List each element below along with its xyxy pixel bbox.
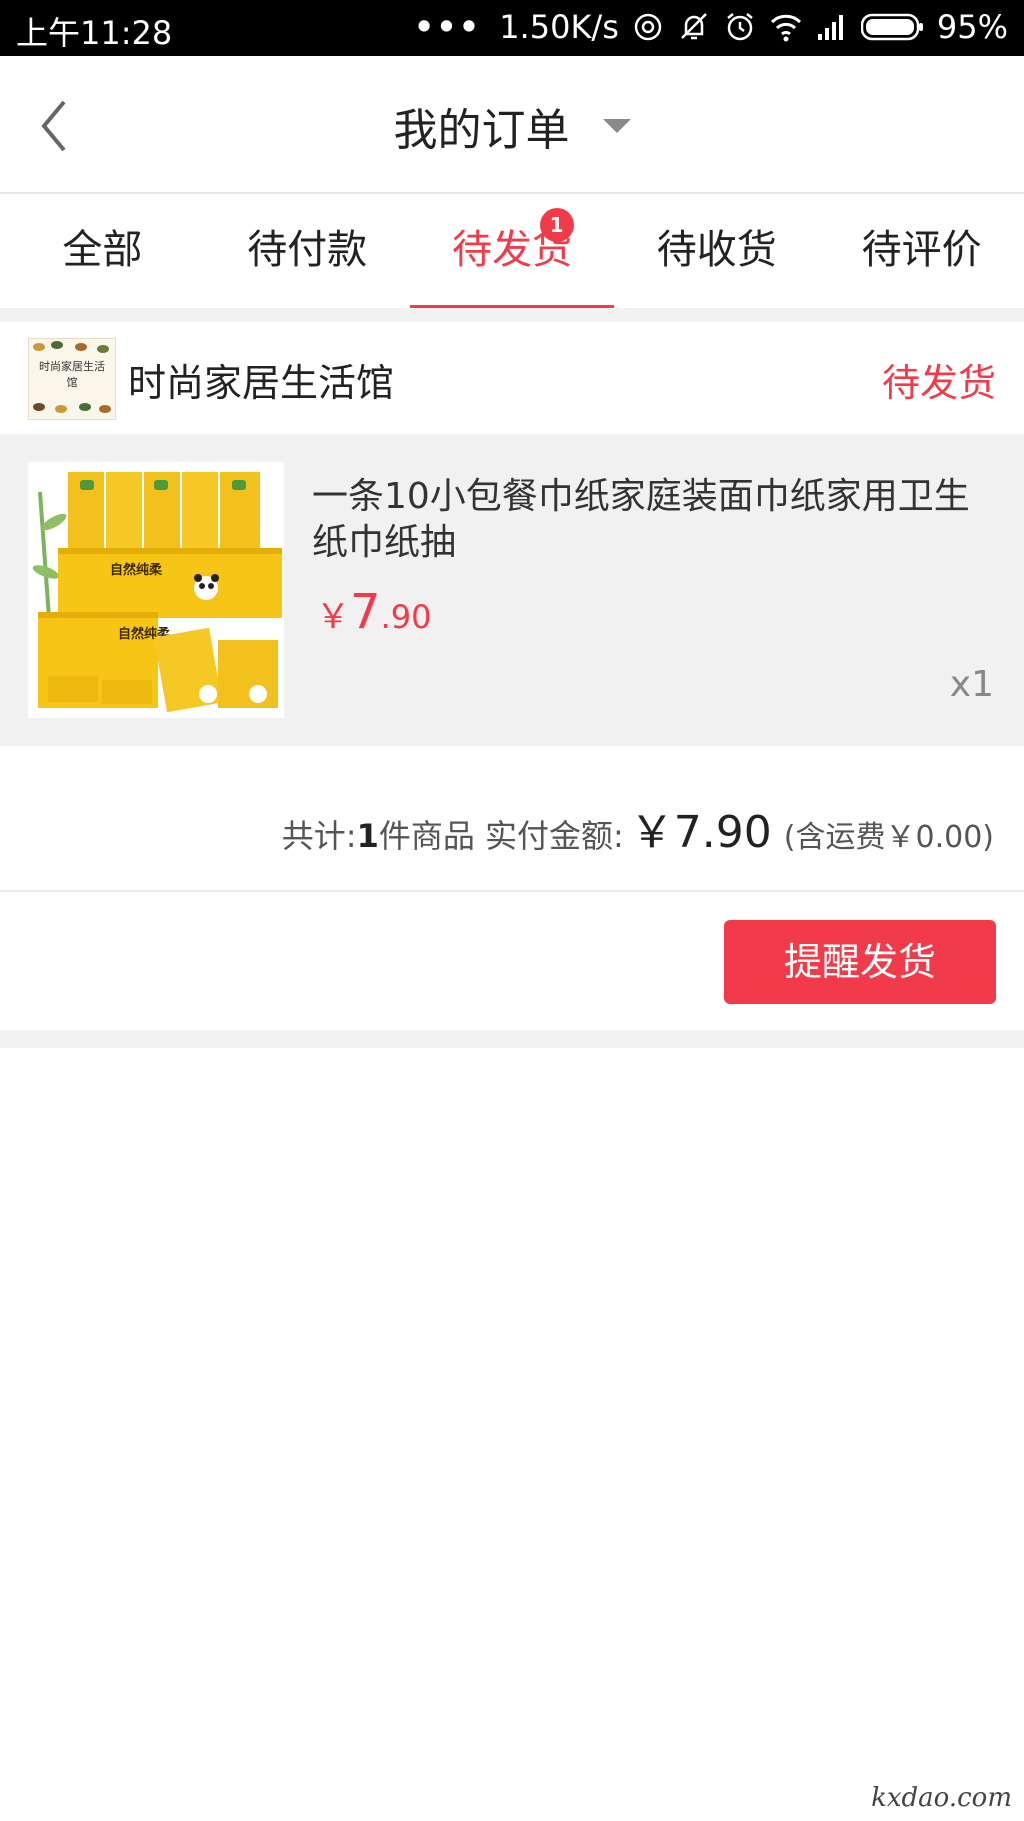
shipping-fee: (含运费￥0.00) xyxy=(783,820,994,855)
price-integer: 7 xyxy=(350,584,381,640)
caret-down-icon xyxy=(602,119,631,133)
price-decimal: .90 xyxy=(380,598,432,636)
leaf-decoration xyxy=(75,343,87,351)
store-name: 时尚家居生活馆 xyxy=(128,361,395,405)
price-symbol: ￥ xyxy=(316,597,350,637)
wifi-icon xyxy=(770,14,801,42)
battery-icon xyxy=(860,13,923,41)
tab-label: 待收货 xyxy=(656,227,777,273)
status-time: 上午11:28 xyxy=(16,14,173,52)
remind-shipment-button[interactable]: 提醒发货 xyxy=(724,920,996,1004)
page-header: 我的订单 xyxy=(0,56,1024,194)
tab-badge: 1 xyxy=(539,208,574,242)
leaf-decoration xyxy=(79,403,91,411)
leaf-decoration xyxy=(55,405,67,413)
store-logo-text: 时尚家居生活馆 xyxy=(39,360,105,389)
leaf-decoration xyxy=(33,343,45,351)
title-dropdown[interactable]: 我的订单 xyxy=(0,94,1024,158)
tab-label: 待评价 xyxy=(861,227,982,273)
leaf-decoration xyxy=(33,403,45,411)
status-icons: ••• 1.50K/s 95% xyxy=(414,8,1008,46)
item-count: 1 xyxy=(356,817,379,855)
more-dots-icon: ••• xyxy=(413,8,482,46)
section-divider xyxy=(0,1030,1024,1048)
tab-pending-receipt[interactable]: 待收货 xyxy=(614,194,819,308)
product-price: ￥7.90 xyxy=(316,584,431,640)
mute-bell-icon xyxy=(680,13,707,40)
status-bar: 上午11:28 ••• 1.50K/s 95% xyxy=(0,0,1024,56)
store-row[interactable]: 时尚家居生活馆 时尚家居生活馆 待发货 xyxy=(0,322,1024,434)
total-amount: ￥7.90 xyxy=(629,807,772,858)
tab-pending-shipment[interactable]: 待发货 1 xyxy=(409,194,615,308)
pack-label: 自然纯柔 xyxy=(110,562,163,578)
order-status-tabs: 全部 待付款 待发货 1 待收货 待评价 xyxy=(0,194,1024,308)
hotspot-icon xyxy=(634,13,662,41)
product-quantity: x1 xyxy=(949,664,994,705)
tab-all[interactable]: 全部 xyxy=(0,194,205,308)
network-speed: 1.50K/s xyxy=(499,8,619,46)
tab-pending-payment[interactable]: 待付款 xyxy=(205,194,410,308)
tab-label: 待付款 xyxy=(247,227,368,273)
leaf-decoration xyxy=(51,341,63,349)
tab-pending-review[interactable]: 待评价 xyxy=(819,194,1024,308)
leaf-decoration xyxy=(97,345,109,353)
product-name: 一条10小包餐巾纸家庭装面巾纸家用卫生纸巾纸抽 xyxy=(312,476,970,563)
leaf-decoration xyxy=(99,405,111,413)
tab-label: 全部 xyxy=(62,227,143,273)
order-status: 待发货 xyxy=(881,361,996,405)
order-actions: 提醒发货 xyxy=(0,892,1024,1030)
product-image: 自然纯柔 自然纯柔 xyxy=(28,462,284,718)
watermark: kxdao.com xyxy=(871,1783,1012,1813)
count-prefix: 共计: xyxy=(281,817,357,855)
summary-line: 共计: 1 件商品 实付金额: ￥7.90 (含运费￥0.00) xyxy=(282,796,994,860)
store-logo: 时尚家居生活馆 xyxy=(28,338,116,420)
battery-level: 95% xyxy=(936,8,1008,46)
section-divider xyxy=(0,308,1024,322)
tissue-pack-illustration: 自然纯柔 自然纯柔 xyxy=(28,462,284,718)
product-item[interactable]: 自然纯柔 自然纯柔 一条10小包餐巾纸家庭装面巾纸家用卫生纸巾纸抽 ￥7.90 … xyxy=(0,434,1024,746)
order-summary: 共计: 1 件商品 实付金额: ￥7.90 (含运费￥0.00) xyxy=(0,746,1024,892)
signal-icon xyxy=(817,15,843,40)
count-suffix: 件商品 实付金额: xyxy=(378,817,624,855)
page-title: 我的订单 xyxy=(393,105,570,156)
alarm-icon xyxy=(727,13,753,41)
